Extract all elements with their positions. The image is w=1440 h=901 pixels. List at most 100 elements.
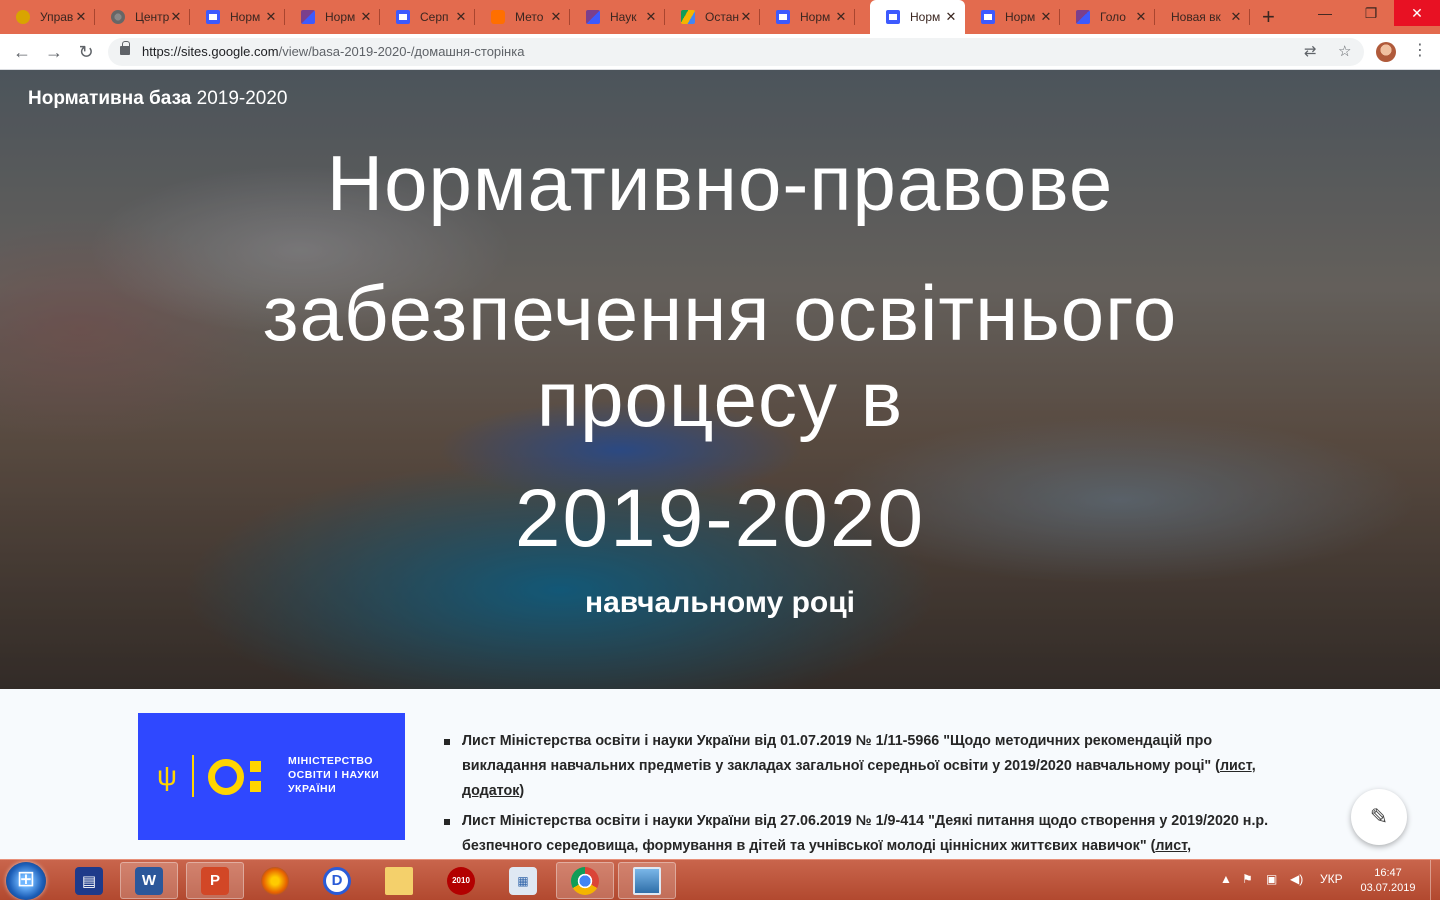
- taskbar-picture[interactable]: [618, 862, 676, 899]
- link-appendix[interactable]: додаток: [462, 783, 519, 799]
- url-text: https://sites.google.com/view/basa-2019-…: [142, 44, 525, 59]
- list-item: Лист Міністерства освіти і науки України…: [444, 809, 1294, 859]
- blogger-icon: [491, 10, 505, 24]
- back-button[interactable]: ←: [10, 40, 34, 64]
- sites-icon: [776, 10, 790, 24]
- tab-strip: Управ ✕ Центр ✕ Норм ✕ Норм ✕ Серп ✕ Мето ✕ На…: [0, 0, 1440, 34]
- edit-pencil-button[interactable]: ✎: [1351, 789, 1407, 845]
- maximize-button[interactable]: ❐: [1348, 0, 1394, 26]
- taskbar-explorer[interactable]: [370, 862, 428, 899]
- tab-0[interactable]: Управ ✕: [0, 0, 95, 34]
- shield-icon: [16, 10, 30, 24]
- tab-9-active[interactable]: Норм ✕: [870, 0, 965, 34]
- site-title[interactable]: Нормативна база 2019-2020: [28, 88, 288, 110]
- bookmark-star-icon[interactable]: ☆: [1338, 42, 1351, 60]
- profile-avatar[interactable]: [1376, 42, 1396, 62]
- tab-3[interactable]: Норм ✕: [285, 0, 380, 34]
- chrome-icon: [571, 866, 599, 895]
- network-icon[interactable]: ▣: [1266, 872, 1277, 886]
- pencil-icon: ✎: [1369, 804, 1389, 829]
- reload-button[interactable]: ↻: [74, 40, 98, 64]
- list-item: Лист Міністерства освіти і науки України…: [444, 729, 1294, 804]
- close-icon[interactable]: ✕: [645, 9, 657, 25]
- word-icon: W: [135, 866, 163, 895]
- start-button[interactable]: [6, 862, 46, 900]
- close-icon[interactable]: ✕: [360, 9, 372, 25]
- hero-year: 2019-2020: [514, 473, 926, 564]
- powerpoint-icon: P: [201, 866, 229, 895]
- sites-icon: [396, 10, 410, 24]
- taskbar-adv[interactable]: 2010: [432, 862, 490, 899]
- picture-icon: [633, 866, 661, 895]
- close-icon[interactable]: ✕: [835, 9, 847, 25]
- close-icon[interactable]: ✕: [740, 9, 752, 25]
- link-letter[interactable]: лист: [1220, 758, 1252, 774]
- doc-icon: [586, 10, 600, 24]
- tab-5[interactable]: Мето ✕: [475, 0, 570, 34]
- tab-7[interactable]: Остан ✕: [665, 0, 760, 34]
- tab-2[interactable]: Норм ✕: [190, 0, 285, 34]
- doc-icon: [301, 10, 315, 24]
- taskbar-app-d[interactable]: D: [308, 862, 366, 899]
- folder-icon: [385, 866, 413, 895]
- trident-icon: ψ: [157, 760, 177, 791]
- tab-12[interactable]: Новая вк ✕: [1155, 0, 1250, 34]
- show-desktop-button[interactable]: [1430, 860, 1440, 901]
- action-center-icon[interactable]: ⚑: [1242, 872, 1253, 886]
- lock-icon: [120, 41, 130, 55]
- close-icon[interactable]: ✕: [550, 9, 562, 25]
- hero-line-3: процесу в: [536, 355, 904, 443]
- ministry-logo: ψ МІНІСТЕРСТВО ОСВІТИ І НАУКИ УКРАЇНИ: [138, 713, 405, 840]
- taskbar-word[interactable]: W: [120, 862, 178, 899]
- hero-line-2: забезпечення освітнього: [262, 269, 1178, 357]
- hero-line-1: Нормативно-правове: [326, 139, 1114, 227]
- tab-8[interactable]: Норм ✕: [760, 0, 855, 34]
- calculator-icon: ▦: [509, 866, 537, 895]
- link-letter[interactable]: лист: [1155, 838, 1187, 854]
- close-icon[interactable]: ✕: [265, 9, 277, 25]
- sites-icon: [981, 10, 995, 24]
- floppy-icon: ▤: [75, 866, 103, 895]
- sites-icon: [206, 10, 220, 24]
- news-list: Лист Міністерства освіти і науки України…: [444, 729, 1294, 859]
- language-indicator[interactable]: УКР: [1320, 872, 1343, 886]
- tab-10[interactable]: Норм ✕: [965, 0, 1060, 34]
- sites-icon: [886, 10, 900, 24]
- taskbar-calculator[interactable]: ▦: [494, 862, 552, 899]
- logo-text: МІНІСТЕРСТВО ОСВІТИ І НАУКИ УКРАЇНИ: [288, 755, 380, 795]
- volume-icon[interactable]: ◀): [1290, 872, 1303, 886]
- close-icon[interactable]: ✕: [1230, 9, 1242, 25]
- page-content: ψ МІНІСТЕРСТВО ОСВІТИ І НАУКИ УКРАЇНИ Ли…: [0, 689, 1440, 859]
- taskbar-save[interactable]: ▤: [60, 862, 118, 899]
- d-app-icon: D: [323, 866, 351, 895]
- adv-2010-icon: 2010: [447, 866, 475, 895]
- hero-subline: навчальному році: [585, 586, 855, 619]
- translate-icon[interactable]: ⇄: [1304, 42, 1317, 60]
- close-icon[interactable]: ✕: [170, 9, 182, 25]
- browser-toolbar: ← → ↻ https://sites.google.com/view/basa…: [0, 34, 1440, 70]
- taskbar-chrome[interactable]: [556, 862, 614, 899]
- tray-expand-icon[interactable]: ▲: [1220, 872, 1232, 886]
- close-icon[interactable]: ✕: [1135, 9, 1147, 25]
- close-icon[interactable]: ✕: [945, 9, 957, 25]
- address-bar[interactable]: https://sites.google.com/view/basa-2019-…: [108, 38, 1364, 66]
- forward-button[interactable]: →: [42, 40, 66, 64]
- minimize-button[interactable]: —: [1302, 0, 1348, 26]
- doc-icon: [1076, 10, 1090, 24]
- new-tab-button[interactable]: +: [1262, 4, 1275, 30]
- firefox-icon: [261, 866, 289, 895]
- tab-11[interactable]: Голо ✕: [1060, 0, 1155, 34]
- taskbar-firefox[interactable]: [246, 862, 304, 899]
- taskbar-powerpoint[interactable]: P: [186, 862, 244, 899]
- tab-6[interactable]: Наук ✕: [570, 0, 665, 34]
- close-icon[interactable]: ✕: [1040, 9, 1052, 25]
- hero-banner: Нормативна база 2019-2020 Нормативно-пра…: [0, 70, 1440, 689]
- close-icon[interactable]: ✕: [75, 9, 87, 25]
- tab-1[interactable]: Центр ✕: [95, 0, 190, 34]
- close-icon[interactable]: ✕: [455, 9, 467, 25]
- close-window-button[interactable]: ✕: [1394, 0, 1440, 26]
- menu-kebab-icon[interactable]: ⋮: [1412, 40, 1428, 60]
- system-clock[interactable]: 16:47 03.07.2019: [1356, 866, 1420, 896]
- globe-icon: [111, 10, 125, 24]
- tab-4[interactable]: Серп ✕: [380, 0, 475, 34]
